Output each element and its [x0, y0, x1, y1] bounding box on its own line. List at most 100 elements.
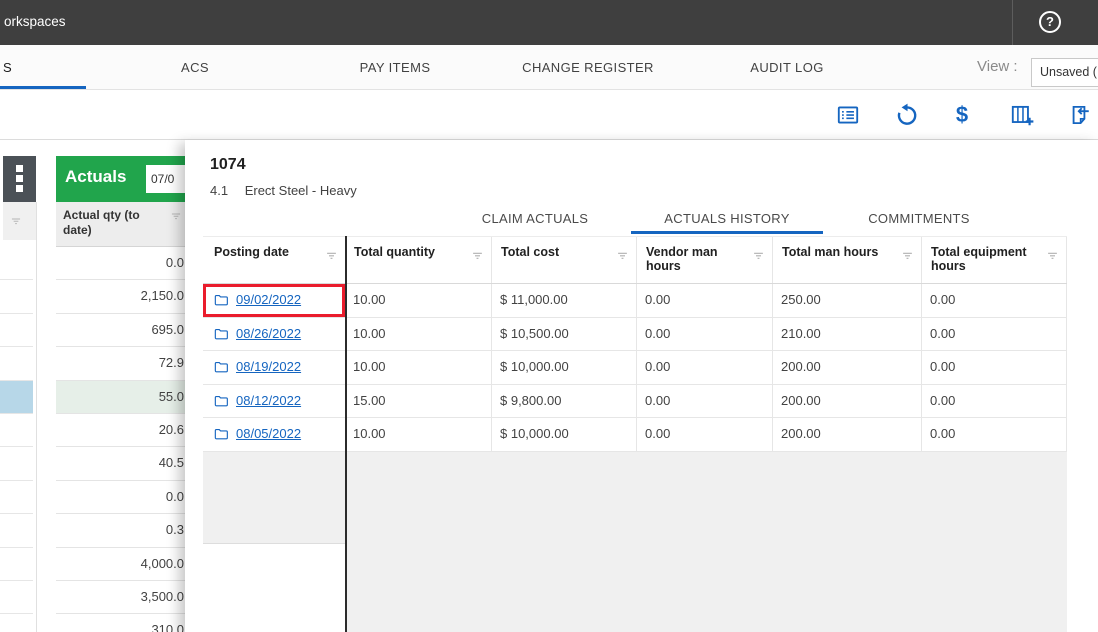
module-tab-active-partial[interactable]: S	[3, 60, 12, 75]
filter-icon[interactable]	[324, 248, 339, 263]
table-row: 08/05/2022 10.00 $ 10,000.00 0.00 200.00…	[203, 418, 1067, 452]
total-quantity-cell: 10.00	[345, 284, 492, 317]
filter-icon[interactable]	[470, 248, 485, 263]
actual-qty-cell: 0.3	[56, 514, 185, 547]
background-row	[0, 280, 33, 313]
grid-empty-area-left	[203, 452, 345, 544]
actual-qty-cell: 2,150.0	[56, 280, 185, 313]
folder-icon[interactable]	[213, 292, 229, 308]
background-row-selected	[0, 381, 33, 414]
filter-icon[interactable]	[615, 248, 630, 263]
undo-icon[interactable]	[894, 102, 920, 128]
column-header-total-quantity[interactable]: Total quantity	[345, 237, 492, 283]
help-icon[interactable]: ?	[1039, 11, 1061, 33]
export-icon[interactable]	[1066, 102, 1092, 128]
add-column-icon[interactable]	[1009, 102, 1035, 128]
total-man-hours-cell: 210.00	[773, 318, 922, 351]
module-tab-acs[interactable]: ACS	[181, 60, 209, 75]
table-row: 08/19/2022 10.00 $ 10,000.00 0.00 200.00…	[203, 351, 1067, 385]
module-tab-pay-items[interactable]: PAY ITEMS	[360, 60, 431, 75]
background-row	[0, 514, 33, 547]
top-app-bar: orkspaces ?	[0, 0, 1098, 45]
background-row	[0, 581, 33, 614]
grid-toolbar: $	[0, 90, 1098, 140]
module-tab-audit-log[interactable]: AUDIT LOG	[750, 60, 823, 75]
actuals-group-title: Actuals	[65, 167, 126, 187]
table-header-row: Posting date Total quantity Total cost V…	[203, 236, 1067, 284]
actuals-column: Actuals 07/0 Actual qty (to date) 0.0 2,…	[56, 156, 185, 632]
background-row	[0, 614, 33, 632]
total-quantity-cell: 10.00	[345, 418, 492, 451]
filter-icon[interactable]	[9, 214, 23, 228]
background-row	[0, 548, 33, 581]
posting-date-link[interactable]: 08/12/2022	[236, 385, 301, 417]
actual-qty-cell: 20.6	[56, 414, 185, 447]
folder-icon[interactable]	[213, 426, 229, 442]
vendor-man-hours-cell: 0.00	[637, 351, 773, 384]
total-quantity-cell: 10.00	[345, 351, 492, 384]
actuals-history-panel: 1074 4.1 Erect Steel - Heavy CLAIM ACTUA…	[185, 140, 1098, 632]
kebab-menu-icon[interactable]	[16, 165, 23, 195]
currency-icon[interactable]: $	[949, 102, 975, 128]
module-tab-strip: S ACS PAY ITEMS CHANGE REGISTER AUDIT LO…	[0, 45, 1098, 90]
actuals-date-chip[interactable]: 07/0	[146, 165, 185, 193]
filter-icon[interactable]	[751, 248, 766, 263]
column-header-vendor-man-hours[interactable]: Vendor man hours	[637, 237, 773, 283]
actual-qty-cell-selected: 55.0	[56, 381, 185, 414]
total-equipment-hours-cell: 0.00	[922, 318, 1067, 351]
folder-icon[interactable]	[213, 359, 229, 375]
folder-icon[interactable]	[213, 326, 229, 342]
posting-date-link[interactable]: 08/05/2022	[236, 418, 301, 450]
topbar-divider	[1012, 0, 1013, 45]
column-header-total-cost[interactable]: Total cost	[492, 237, 637, 283]
posting-date-cell: 08/26/2022	[203, 318, 345, 351]
column-header-total-equipment-hours[interactable]: Total equipment hours	[922, 237, 1067, 283]
posting-date-link[interactable]: 08/19/2022	[236, 351, 301, 383]
folder-icon[interactable]	[213, 393, 229, 409]
total-quantity-cell: 15.00	[345, 385, 492, 418]
grid-column-divider	[36, 202, 37, 632]
column-header-total-man-hours[interactable]: Total man hours	[773, 237, 922, 283]
table-row: 08/12/2022 15.00 $ 9,800.00 0.00 200.00 …	[203, 385, 1067, 419]
table-row: 09/02/2022 10.00 $ 11,000.00 0.00 250.00…	[203, 284, 1067, 318]
actual-qty-cell: 0.0	[56, 247, 185, 280]
actual-qty-cell: 0.0	[56, 481, 185, 514]
table-row: 08/26/2022 10.00 $ 10,500.00 0.00 210.00…	[203, 318, 1067, 352]
total-cost-cell: $ 9,800.00	[492, 385, 637, 418]
total-quantity-cell: 10.00	[345, 318, 492, 351]
actual-qty-cell: 695.0	[56, 314, 185, 347]
posting-date-cell: 09/02/2022	[203, 284, 345, 317]
details-list-icon[interactable]	[835, 102, 861, 128]
frozen-column-divider[interactable]	[345, 236, 347, 632]
row-menu-header[interactable]	[3, 156, 36, 202]
filter-icon[interactable]	[1045, 248, 1060, 263]
app-screen: orkspaces ? S ACS PAY ITEMS CHANGE REGIS…	[0, 0, 1098, 632]
column-header-posting-date[interactable]: Posting date	[203, 237, 345, 283]
workspaces-label: orkspaces	[4, 14, 66, 29]
background-row	[0, 481, 33, 514]
vendor-man-hours-cell: 0.00	[637, 418, 773, 451]
total-equipment-hours-cell: 0.00	[922, 351, 1067, 384]
tab-commitments[interactable]: COMMITMENTS	[823, 211, 1015, 226]
module-tab-change-register[interactable]: CHANGE REGISTER	[522, 60, 654, 75]
actual-qty-column-header: Actual qty (to date)	[56, 202, 185, 247]
total-equipment-hours-cell: 0.00	[922, 284, 1067, 317]
posting-date-link[interactable]: 08/26/2022	[236, 318, 301, 350]
vendor-man-hours-cell: 0.00	[637, 318, 773, 351]
view-dropdown[interactable]: Unsaved (	[1031, 58, 1098, 87]
background-row-strip	[0, 247, 33, 632]
total-man-hours-cell: 200.00	[773, 418, 922, 451]
cost-item-name: Erect Steel - Heavy	[245, 183, 357, 198]
active-tab-underline	[0, 86, 86, 89]
actuals-history-table: Posting date Total quantity Total cost V…	[203, 236, 1067, 452]
tab-claim-actuals[interactable]: CLAIM ACTUALS	[439, 211, 631, 226]
filter-icon[interactable]	[169, 209, 183, 223]
grid-empty-area-right	[347, 452, 1067, 632]
filter-icon[interactable]	[900, 248, 915, 263]
posting-date-cell: 08/05/2022	[203, 418, 345, 451]
tab-actuals-history[interactable]: ACTUALS HISTORY	[631, 211, 823, 226]
background-row	[0, 347, 33, 380]
background-row	[0, 314, 33, 347]
total-cost-cell: $ 10,500.00	[492, 318, 637, 351]
posting-date-link[interactable]: 09/02/2022	[236, 284, 301, 316]
